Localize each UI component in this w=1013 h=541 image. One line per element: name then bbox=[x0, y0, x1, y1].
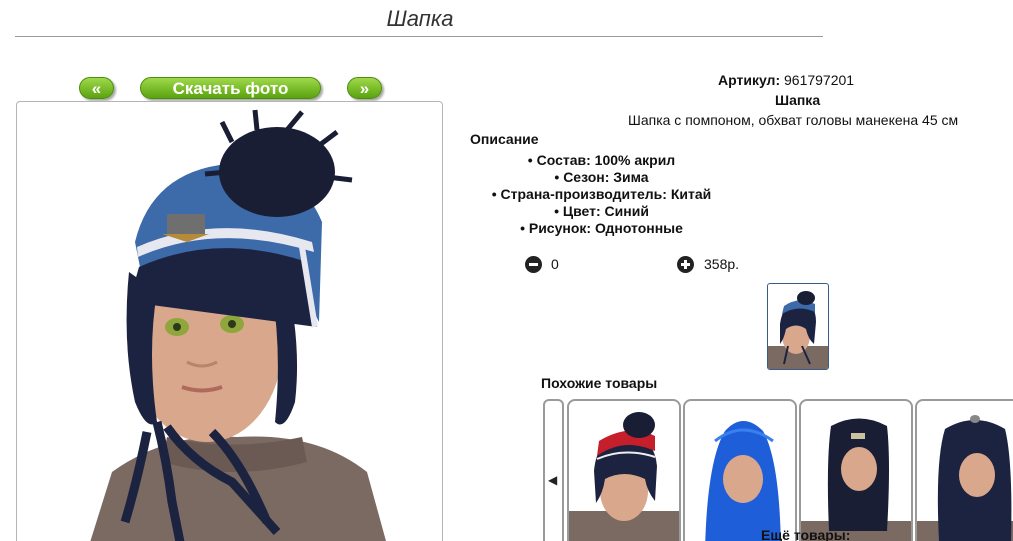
thumbnail-image bbox=[768, 291, 828, 369]
mannequin-hat-photo bbox=[90, 109, 386, 541]
similar-product-card[interactable] bbox=[915, 399, 1013, 541]
main-product-photo[interactable] bbox=[16, 101, 443, 541]
next-photo-button[interactable]: » bbox=[347, 77, 382, 99]
product-thumbnail bbox=[801, 418, 911, 541]
product-thumbnail bbox=[705, 421, 781, 541]
quantity-value: 0 bbox=[551, 256, 559, 272]
title-divider bbox=[15, 36, 823, 37]
product-thumbnail bbox=[569, 412, 679, 541]
minus-icon[interactable] bbox=[525, 256, 542, 273]
skip-back-icon: ◀ bbox=[548, 473, 558, 487]
description-heading: Описание bbox=[470, 131, 539, 147]
article-number: Артикул: 961797201 bbox=[718, 72, 854, 88]
carousel-prev-button[interactable]: ◀ bbox=[543, 399, 564, 541]
article-label: Артикул: bbox=[718, 72, 781, 88]
spec-item: Сезон: Зима bbox=[468, 169, 735, 186]
page-title: Шапка bbox=[386, 6, 454, 31]
short-description: Шапка с помпоном, обхват головы манекена… bbox=[628, 112, 959, 128]
spec-item: Страна-производитель: Китай bbox=[468, 186, 735, 203]
product-thumbnail bbox=[917, 415, 1013, 541]
more-products-heading: Ещё товары: bbox=[761, 527, 851, 541]
price: 358р. bbox=[704, 256, 740, 272]
product-page: Шапка « Скачать фото » Артикул: 96179720… bbox=[0, 0, 1013, 541]
plus-icon[interactable] bbox=[677, 256, 694, 273]
similar-products-heading: Похожие товары bbox=[541, 375, 658, 391]
similar-product-card[interactable] bbox=[683, 399, 797, 541]
spec-list: Состав: 100% акрил Сезон: Зима Страна-пр… bbox=[468, 152, 735, 237]
similar-product-card[interactable] bbox=[567, 399, 681, 541]
spec-item: Цвет: Синий bbox=[468, 203, 735, 220]
article-value: 961797201 bbox=[784, 72, 855, 88]
photo-thumbnail[interactable] bbox=[767, 283, 829, 370]
spec-item: Состав: 100% акрил bbox=[468, 152, 735, 169]
similar-product-card[interactable] bbox=[799, 399, 913, 541]
product-name: Шапка bbox=[775, 92, 821, 108]
download-photo-button[interactable]: Скачать фото bbox=[140, 77, 321, 99]
prev-photo-button[interactable]: « bbox=[79, 77, 114, 99]
spec-item: Рисунок: Однотонные bbox=[468, 220, 735, 237]
